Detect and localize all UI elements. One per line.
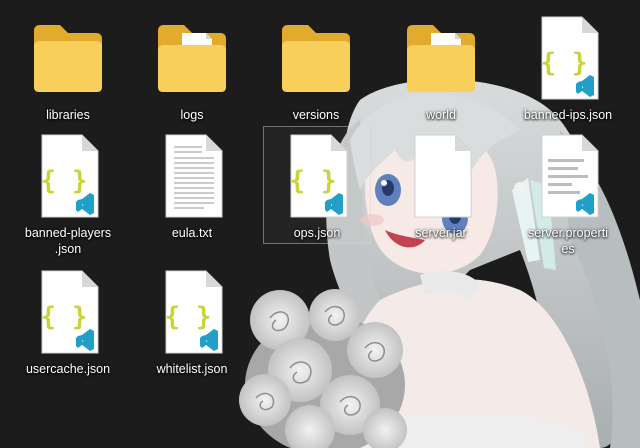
- file-item-logs[interactable]: logs: [134, 8, 250, 124]
- svg-text:{ }: { }: [41, 302, 88, 332]
- file-label: eula.txt: [171, 226, 213, 240]
- folder-with-files-icon: [407, 25, 475, 92]
- svg-text:{ }: { }: [41, 166, 88, 196]
- file-item-libraries[interactable]: libraries: [10, 8, 126, 124]
- file-label: usercache.json: [25, 362, 111, 376]
- file-label: libraries: [46, 108, 90, 122]
- folder-icon: [282, 25, 350, 92]
- json-file-icon: { }: [41, 134, 99, 218]
- file-item-usercache[interactable]: { } usercache.json: [10, 262, 126, 378]
- file-label: whitelist.json: [156, 362, 228, 376]
- file-item-banned-players[interactable]: { } banned-players .json: [10, 126, 126, 258]
- file-label: logs: [180, 108, 204, 122]
- file-item-ops[interactable]: { } ops.json: [263, 126, 371, 244]
- text-file-icon: [165, 134, 223, 218]
- file-item-world[interactable]: world: [383, 8, 499, 124]
- json-file-icon: { }: [290, 134, 348, 218]
- file-label: banned-players .json: [24, 226, 112, 256]
- svg-text:{ }: { }: [290, 166, 337, 196]
- file-item-whitelist[interactable]: { } whitelist.json: [134, 262, 250, 378]
- file-item-server-properties[interactable]: server.properti es: [510, 126, 626, 258]
- json-file-icon: { }: [41, 270, 99, 354]
- folder-icon: [34, 25, 102, 92]
- svg-text:{ }: { }: [165, 302, 212, 332]
- file-label: server.properti es: [528, 226, 608, 256]
- blank-file-icon: [414, 134, 472, 218]
- file-item-versions[interactable]: versions: [258, 8, 374, 124]
- properties-file-icon: [541, 134, 599, 218]
- json-file-icon: { }: [541, 16, 599, 100]
- file-item-eula[interactable]: eula.txt: [134, 126, 250, 242]
- folder-with-files-icon: [158, 25, 226, 92]
- file-label: server.jar: [415, 226, 467, 240]
- json-file-icon: { }: [165, 270, 223, 354]
- file-grid: libraries logs versions world { } banned…: [0, 0, 640, 448]
- file-item-server-jar[interactable]: server.jar: [383, 126, 499, 242]
- file-label: versions: [292, 108, 340, 122]
- svg-text:{ }: { }: [541, 48, 588, 78]
- file-item-banned-ips[interactable]: { } banned-ips.json: [510, 8, 626, 124]
- file-label: banned-ips.json: [523, 108, 613, 122]
- file-label: ops.json: [293, 226, 341, 240]
- file-label: world: [426, 108, 456, 122]
